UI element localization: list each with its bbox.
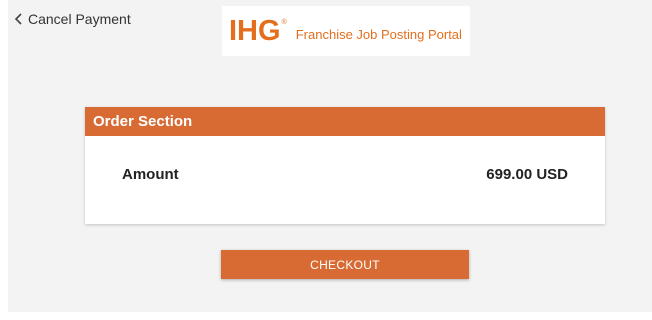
cancel-payment-link[interactable]: Cancel Payment <box>14 11 131 27</box>
amount-value: 699.00 USD <box>486 166 568 183</box>
amount-label: Amount <box>122 166 179 183</box>
order-card: Order Section Amount 699.00 USD <box>85 107 605 224</box>
logo-text: IHG <box>229 14 281 47</box>
logo-mark: IHG ® <box>229 14 287 47</box>
brand-logo: IHG ® Franchise Job Posting Portal <box>222 6 470 56</box>
registered-mark: ® <box>281 18 287 26</box>
chevron-left-icon <box>14 13 22 25</box>
checkout-button[interactable]: CHECKOUT <box>221 250 469 279</box>
amount-row: Amount 699.00 USD <box>122 166 568 183</box>
cancel-payment-label: Cancel Payment <box>28 11 131 27</box>
order-section-title: Order Section <box>85 107 605 136</box>
logo-tagline: Franchise Job Posting Portal <box>295 26 462 42</box>
page-container: Cancel Payment IHG ® Franchise Job Posti… <box>8 0 652 312</box>
